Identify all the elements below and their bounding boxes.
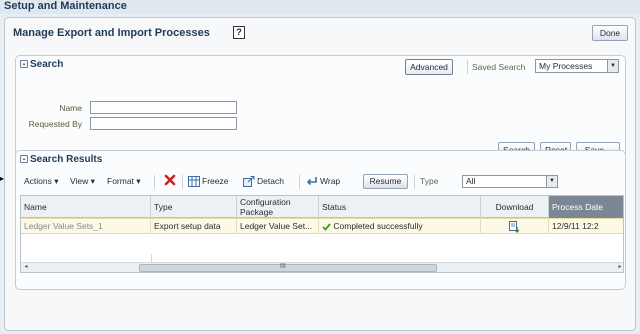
type-label: Type	[420, 176, 439, 186]
name-input[interactable]	[90, 101, 237, 114]
chevron-down-icon: ▾	[54, 176, 59, 186]
scroll-thumb[interactable]: III	[139, 263, 437, 272]
saved-search-label: Saved Search	[472, 62, 526, 72]
wrap-icon	[306, 177, 317, 186]
column-header-name[interactable]: Name	[21, 196, 151, 218]
chevron-down-icon: ▾	[136, 176, 141, 186]
requested-by-label: Requested By	[28, 119, 82, 129]
divider	[414, 175, 415, 189]
app-title: Setup and Maintenance	[0, 0, 640, 14]
search-header-label: Search	[30, 59, 64, 70]
table-row[interactable]: Ledger Value Sets_1 Export setup data Le…	[21, 218, 623, 234]
detach-button[interactable]: Detach	[243, 176, 284, 188]
cell-configuration-package: Ledger Value Set...	[237, 219, 319, 234]
type-select[interactable]: All ▼	[462, 175, 558, 188]
dropdown-arrow-icon[interactable]: ▼	[546, 176, 557, 187]
main-panel: Manage Export and Import Processes ? Don…	[4, 17, 636, 331]
cell-type: Export setup data	[151, 219, 237, 234]
search-region: ⌄ Search Advanced Saved Search My Process…	[15, 55, 626, 161]
search-header[interactable]: ⌄ Search	[20, 59, 63, 70]
saved-search-select[interactable]: My Processes ▼	[535, 59, 619, 73]
column-header-status[interactable]: Status	[319, 196, 481, 218]
cell-process-date: 12/9/11 12:2	[552, 221, 599, 231]
scroll-right-icon[interactable]: ▸	[615, 263, 623, 272]
dropdown-arrow-icon[interactable]: ▼	[607, 60, 618, 72]
requested-by-input[interactable]	[90, 117, 237, 130]
collapse-icon[interactable]: ⌄	[20, 60, 28, 69]
saved-search-value: My Processes	[539, 61, 593, 71]
freeze-label: Freeze	[202, 176, 229, 186]
name-label: Name	[59, 103, 82, 113]
format-menu[interactable]: Format ▾	[107, 176, 141, 187]
delete-icon[interactable]	[164, 174, 176, 188]
chevron-down-icon: ▾	[90, 176, 95, 186]
help-icon[interactable]: ?	[233, 26, 245, 39]
cell-name[interactable]: Ledger Value Sets_1	[21, 219, 151, 234]
horizontal-scrollbar[interactable]: ◂ III ▸	[21, 262, 623, 272]
divider	[154, 175, 155, 189]
divider	[467, 60, 468, 74]
collapse-icon[interactable]: ⌄	[20, 155, 28, 164]
cell-download	[481, 219, 549, 234]
actions-label: Actions	[24, 176, 52, 186]
view-menu[interactable]: View ▾	[70, 176, 95, 187]
results-header[interactable]: ⌄ Search Results	[20, 154, 102, 165]
table-header-row: Name Type Configuration Package Status D…	[21, 196, 623, 218]
results-header-label: Search Results	[30, 154, 103, 165]
grip-icon: III	[280, 263, 286, 270]
wrap-button[interactable]: Wrap	[306, 176, 340, 187]
scroll-left-icon[interactable]: ◂	[21, 263, 31, 272]
column-header-type[interactable]: Type	[151, 196, 237, 218]
actions-menu[interactable]: Actions ▾	[24, 176, 59, 187]
resume-button[interactable]: Resume	[363, 174, 408, 189]
download-icon[interactable]	[509, 220, 520, 233]
column-header-process-date[interactable]: Process Date	[549, 196, 623, 218]
column-header-download[interactable]: Download	[481, 196, 549, 218]
search-results-region: ⌄ Search Results Actions ▾ View ▾ Format …	[15, 150, 626, 290]
results-toolbar: Actions ▾ View ▾ Format ▾ Freeze Detach …	[20, 173, 620, 191]
divider	[182, 175, 183, 189]
view-label: View	[70, 176, 89, 186]
status-text: Completed successfully	[333, 221, 423, 231]
freeze-icon	[188, 176, 200, 188]
results-table: Name Type Configuration Package Status D…	[20, 195, 624, 273]
detach-icon	[243, 176, 255, 188]
freeze-button[interactable]: Freeze	[188, 176, 229, 188]
done-button[interactable]: Done	[592, 25, 628, 41]
cell-status: Completed successfully	[319, 219, 481, 234]
type-value: All	[466, 176, 476, 186]
wrap-label: Wrap	[320, 176, 341, 186]
check-icon	[322, 223, 331, 231]
column-header-configuration-package[interactable]: Configuration Package	[237, 196, 319, 218]
detach-label: Detach	[257, 176, 284, 186]
divider	[299, 175, 300, 189]
format-label: Format	[107, 176, 134, 186]
page-title: Manage Export and Import Processes	[13, 27, 210, 39]
advanced-button[interactable]: Advanced	[405, 59, 453, 75]
